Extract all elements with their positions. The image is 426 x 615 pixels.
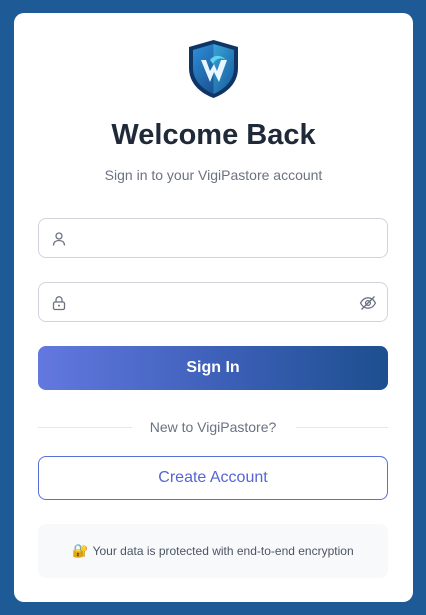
shield-v-logo-icon	[189, 40, 238, 98]
page-title: Welcome Back	[111, 119, 316, 151]
sign-in-button[interactable]: Sign In	[38, 346, 388, 390]
eye-slash-icon[interactable]	[359, 294, 377, 312]
user-icon	[52, 232, 66, 246]
create-account-button[interactable]: Create Account	[38, 456, 388, 500]
page-subtitle: Sign in to your VigiPastore account	[104, 167, 323, 183]
divider-line-right	[296, 427, 388, 428]
username-field[interactable]	[38, 218, 388, 258]
security-notice-text: Your data is protected with end-to-end e…	[92, 544, 354, 558]
username-input[interactable]	[75, 219, 355, 257]
divider: New to VigiPastore?	[38, 418, 388, 436]
security-notice: 🔐 Your data is protected with end-to-end…	[38, 524, 388, 578]
password-field[interactable]	[38, 282, 388, 322]
lock-key-icon: 🔐	[72, 543, 89, 558]
login-card: Welcome Back Sign in to your VigiPastore…	[14, 13, 413, 602]
lock-icon	[52, 296, 66, 311]
password-input[interactable]	[75, 283, 355, 321]
